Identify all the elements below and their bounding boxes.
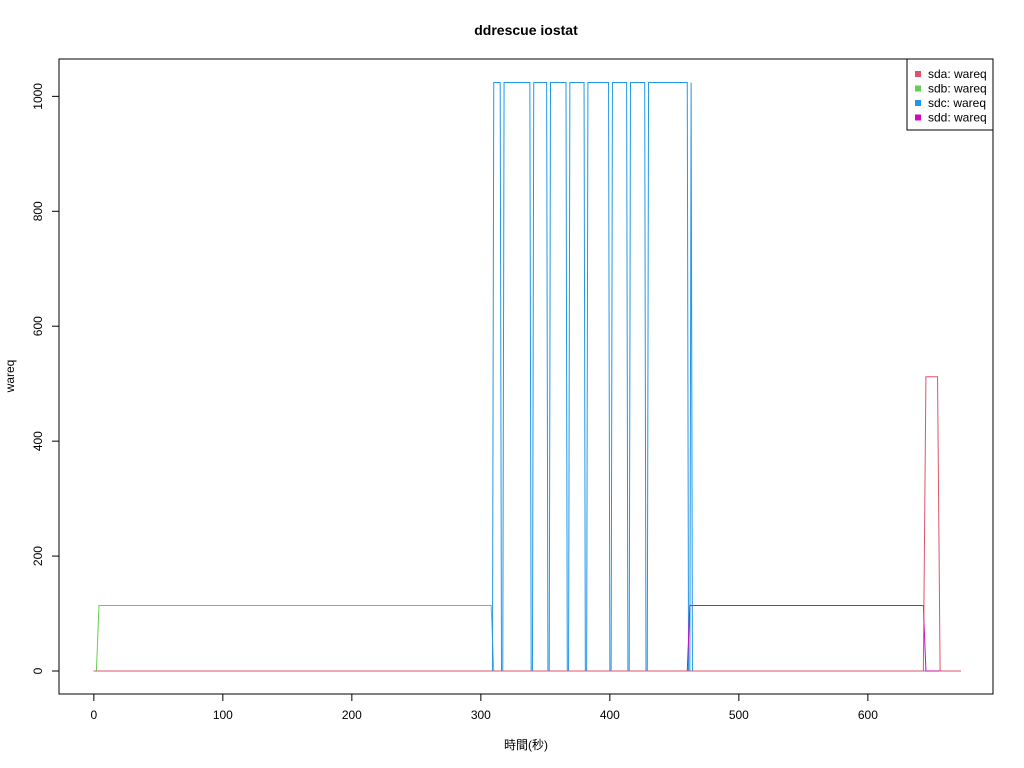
chart-title: ddrescue iostat — [474, 22, 578, 38]
legend-swatch — [915, 100, 921, 106]
y-tick-label: 200 — [31, 546, 45, 566]
x-tick-label: 300 — [471, 708, 491, 722]
x-tick-label: 400 — [600, 708, 620, 722]
x-axis: 0 100 200 300 400 500 600 — [90, 693, 878, 722]
legend-swatch — [915, 85, 921, 92]
x-axis-label: 時間(秒) — [504, 738, 548, 752]
y-tick-label: 400 — [31, 431, 45, 451]
y-axis-label: wareq — [3, 360, 17, 394]
series-line-sdd — [93, 605, 961, 672]
series-line-sdb — [93, 605, 961, 672]
legend-label: sdc: wareq — [928, 96, 986, 110]
series-line-sda — [93, 376, 961, 672]
legend-swatch — [915, 114, 921, 121]
legend-swatch — [915, 71, 921, 77]
legend-label: sda: wareq — [928, 67, 987, 81]
y-tick-label: 0 — [31, 667, 45, 674]
legend-label: sdb: wareq — [928, 82, 987, 96]
x-tick-label: 600 — [858, 708, 878, 722]
legend-label: sdd: wareq — [928, 111, 987, 125]
chart-canvas: ddrescue iostat 0 100 200 300 400 500 600 0 200… — [3, 22, 994, 752]
y-tick-label: 800 — [31, 201, 45, 221]
x-tick-label: 500 — [729, 708, 749, 722]
y-tick-label: 1000 — [31, 83, 45, 110]
y-tick-label: 600 — [31, 316, 45, 336]
y-axis: 0 200 400 600 800 1000 — [31, 83, 60, 674]
series-line-sdc — [93, 82, 961, 672]
plot-frame — [58, 58, 994, 695]
x-tick-label: 100 — [213, 708, 233, 722]
legend: sda: wareqsdb: wareqsdc: wareqsdd: wareq — [906, 58, 994, 131]
x-tick-label: 0 — [90, 708, 97, 722]
series-layer — [93, 82, 961, 672]
x-tick-label: 200 — [342, 708, 362, 722]
